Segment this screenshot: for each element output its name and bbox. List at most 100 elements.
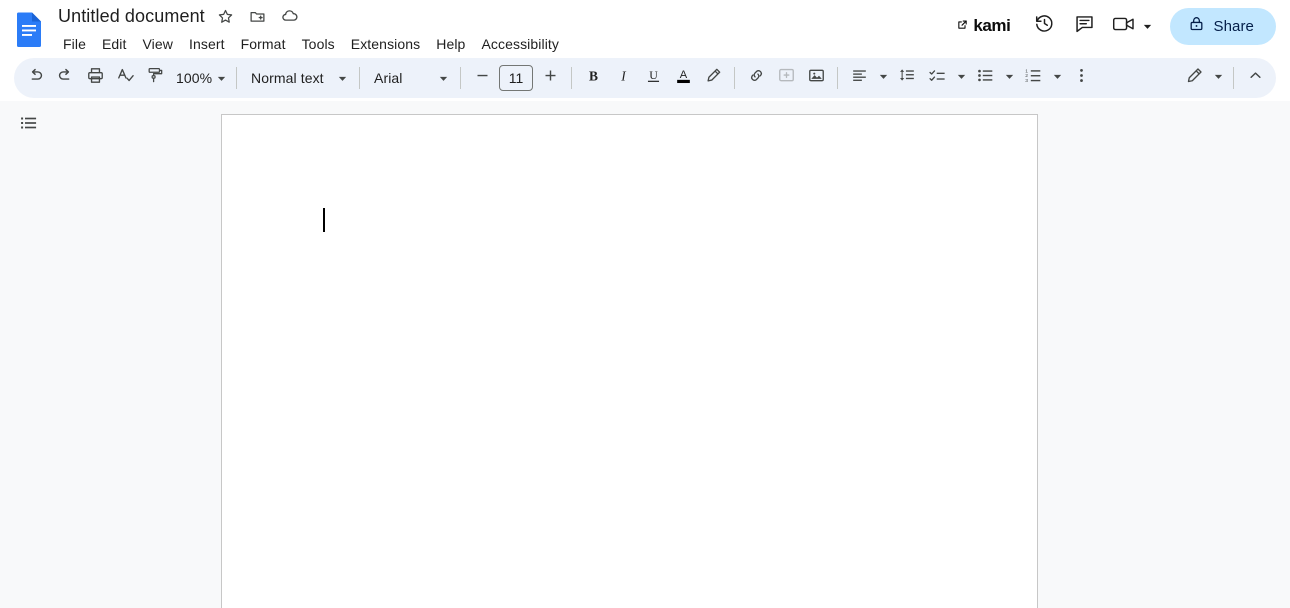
menu-item-view[interactable]: View <box>135 31 182 57</box>
chevron-down-icon <box>434 69 452 87</box>
comments-button[interactable] <box>1064 6 1104 46</box>
bold-button[interactable]: B <box>578 63 608 93</box>
font-family-select[interactable]: Arial <box>366 63 454 93</box>
chevron-down-icon <box>212 69 230 87</box>
cloud-saved-icon[interactable] <box>277 3 303 29</box>
underline-button[interactable]: U <box>638 63 668 93</box>
plus-icon <box>543 68 558 88</box>
share-button[interactable]: Share <box>1170 7 1276 45</box>
bold-icon: B <box>584 66 603 90</box>
menu-item-tools[interactable]: Tools <box>294 31 343 57</box>
line-spacing-icon <box>898 66 917 90</box>
show-outline-button[interactable] <box>14 110 44 140</box>
spellcheck-button[interactable] <box>110 63 140 93</box>
toolbar-divider <box>837 67 838 89</box>
add-comment-button[interactable] <box>771 63 801 93</box>
zoom-select[interactable]: 100% <box>170 63 230 93</box>
decrease-font-size-button[interactable] <box>467 63 497 93</box>
toolbar-divider <box>571 67 572 89</box>
hide-menus-button[interactable] <box>1240 63 1270 93</box>
align-dropdown[interactable] <box>874 63 892 93</box>
chevron-down-icon <box>333 69 351 87</box>
menu-bar: File Edit View Insert Format Tools Exten… <box>56 31 567 57</box>
undo-button[interactable] <box>20 63 50 93</box>
add-comment-icon <box>777 66 796 90</box>
toolbar-divider <box>734 67 735 89</box>
font-size-input[interactable]: 11 <box>499 65 533 91</box>
checklist-dropdown[interactable] <box>952 63 970 93</box>
editing-mode-button[interactable] <box>1179 63 1209 93</box>
insert-link-button[interactable] <box>741 63 771 93</box>
menu-item-edit[interactable]: Edit <box>94 31 135 57</box>
chevron-down-icon <box>1004 69 1015 87</box>
toolbar-right-group <box>1179 58 1270 98</box>
svg-text:A: A <box>679 69 687 81</box>
editing-mode-dropdown[interactable] <box>1209 63 1227 93</box>
document-canvas <box>0 101 1290 608</box>
menu-item-help[interactable]: Help <box>428 31 473 57</box>
paint-format-icon <box>146 66 165 90</box>
star-icon[interactable] <box>213 3 239 29</box>
bulleted-list-icon <box>976 66 995 90</box>
bulleted-list-dropdown[interactable] <box>1000 63 1018 93</box>
google-docs-logo[interactable] <box>14 11 44 47</box>
paragraph-style-select[interactable]: Normal text <box>243 63 353 93</box>
kami-extension-link[interactable]: kami <box>949 13 1018 39</box>
italic-icon: I <box>614 66 633 90</box>
insert-image-button[interactable] <box>801 63 831 93</box>
increase-font-size-button[interactable] <box>535 63 565 93</box>
bulleted-list-button[interactable] <box>970 63 1000 93</box>
svg-text:U: U <box>649 68 658 82</box>
main-toolbar: 100% Normal text Arial 11 B I U A 1 2 3 <box>14 58 1276 98</box>
font-size-stepper: 11 <box>467 63 565 93</box>
toolbar-wrapper: 100% Normal text Arial 11 B I U A 1 2 3 <box>0 58 1290 100</box>
chevron-up-icon <box>1246 66 1265 90</box>
svg-text:3: 3 <box>1025 78 1028 84</box>
redo-button[interactable] <box>50 63 80 93</box>
menu-item-extensions[interactable]: Extensions <box>343 31 428 57</box>
svg-text:I: I <box>620 68 626 83</box>
show-outline-icon <box>19 113 39 138</box>
document-title-row: Untitled document <box>56 2 567 30</box>
image-icon <box>807 66 826 90</box>
checklist-icon <box>928 66 947 90</box>
video-camera-icon <box>1112 14 1136 39</box>
menu-item-file[interactable]: File <box>55 31 94 57</box>
document-page[interactable] <box>221 114 1038 608</box>
toolbar-divider <box>236 67 237 89</box>
checklist-button[interactable] <box>922 63 952 93</box>
spellcheck-icon <box>116 66 135 90</box>
link-icon <box>747 66 766 90</box>
print-button[interactable] <box>80 63 110 93</box>
app-header: Untitled document File Edit View Insert … <box>0 0 1290 58</box>
numbered-list-icon: 1 2 3 <box>1024 66 1043 90</box>
highlight-color-button[interactable] <box>698 63 728 93</box>
align-button[interactable] <box>844 63 874 93</box>
chevron-down-icon <box>1138 17 1156 35</box>
line-spacing-button[interactable] <box>892 63 922 93</box>
title-and-menu: Untitled document File Edit View Insert … <box>56 2 567 57</box>
numbered-list-dropdown[interactable] <box>1048 63 1066 93</box>
minus-icon <box>475 68 490 88</box>
menu-item-format[interactable]: Format <box>233 31 294 57</box>
italic-button[interactable]: I <box>608 63 638 93</box>
menu-item-accessibility[interactable]: Accessibility <box>473 31 567 57</box>
version-history-button[interactable] <box>1024 6 1064 46</box>
meet-call-button[interactable] <box>1104 6 1160 46</box>
undo-icon <box>26 66 45 90</box>
underline-icon: U <box>644 66 663 90</box>
menu-item-insert[interactable]: Insert <box>181 31 233 57</box>
kami-label: kami <box>973 16 1011 35</box>
more-options-button[interactable] <box>1066 63 1096 93</box>
lock-icon <box>1188 15 1205 37</box>
text-color-button[interactable]: A <box>668 63 698 93</box>
font-family-value: Arial <box>374 70 403 86</box>
more-vertical-icon <box>1072 66 1091 90</box>
move-to-folder-icon[interactable] <box>245 3 271 29</box>
header-actions: kami Share <box>949 6 1276 46</box>
toolbar-divider <box>359 67 360 89</box>
page-title[interactable]: Untitled document <box>56 2 207 30</box>
text-cursor <box>323 208 325 232</box>
paint-format-button[interactable] <box>140 63 170 93</box>
numbered-list-button[interactable]: 1 2 3 <box>1018 63 1048 93</box>
